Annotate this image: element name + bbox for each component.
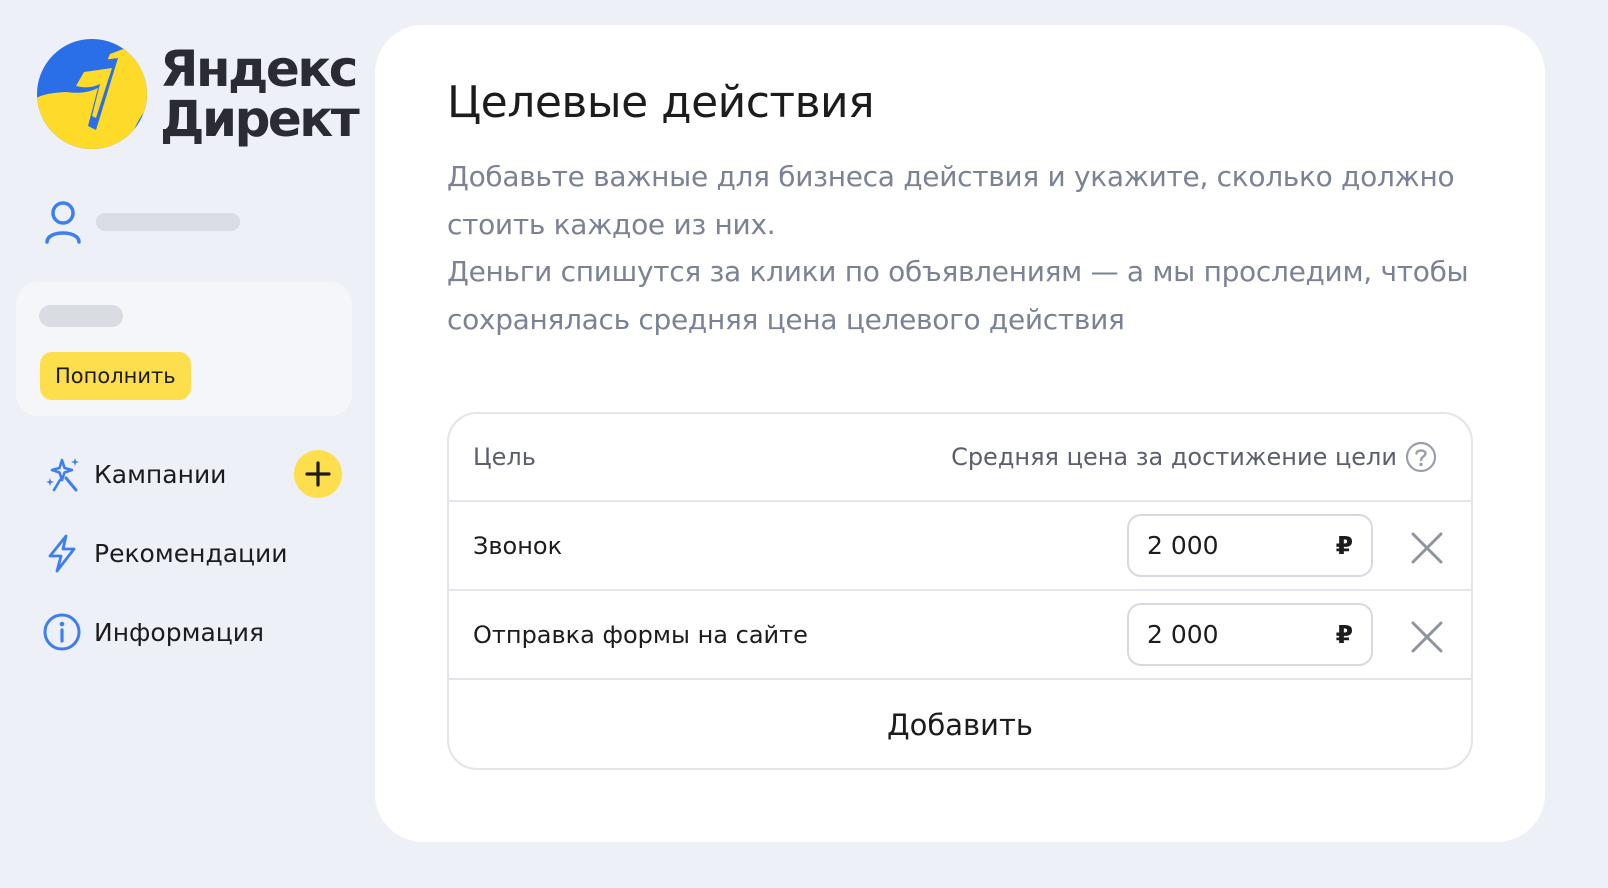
remove-goal-button[interactable] — [1407, 617, 1447, 657]
logo-line-2: Директ — [160, 90, 360, 148]
goal-name: Звонок — [473, 531, 563, 560]
goals-panel: Целевые действия Добавьте важные для биз… — [375, 25, 1545, 842]
lightning-icon — [48, 534, 76, 573]
description-line-2: Деньги спишутся за клики по объявлениям … — [447, 255, 1469, 336]
topup-button[interactable]: Пополнить — [40, 352, 191, 400]
sidebar-item-label: Рекомендации — [94, 538, 288, 568]
price-field[interactable]: ₽ — [1127, 603, 1373, 666]
yandex-direct-logo[interactable]: Яндекс Директ — [36, 38, 360, 150]
close-icon — [1411, 621, 1443, 653]
price-field[interactable]: ₽ — [1127, 514, 1373, 577]
sidebar-item-recommendations[interactable]: Рекомендации — [42, 527, 342, 579]
remove-goal-button[interactable] — [1407, 528, 1447, 568]
sidebar-item-label: Информация — [94, 617, 265, 647]
direct-logo-icon — [37, 39, 147, 149]
sidebar: Яндекс Директ Пополнить Кампании Рекомен… — [0, 0, 375, 888]
close-icon — [1411, 532, 1443, 564]
table-header: Цель Средняя цена за достижение цели — [449, 414, 1471, 502]
balance-placeholder — [39, 305, 123, 327]
currency-symbol: ₽ — [1335, 531, 1353, 560]
sidebar-item-campaigns[interactable]: Кампании — [42, 448, 342, 500]
info-icon — [43, 613, 81, 651]
question-circle-icon[interactable] — [1405, 441, 1437, 473]
page-title: Целевые действия — [447, 77, 875, 128]
goals-table: Цель Средняя цена за достижение цели Зво… — [447, 412, 1473, 770]
sidebar-item-label: Кампании — [94, 459, 227, 489]
sparkles-icon — [46, 458, 79, 492]
user-icon — [45, 201, 81, 244]
add-goal-button[interactable]: Добавить — [867, 695, 1053, 755]
add-campaign-button[interactable] — [294, 450, 342, 498]
table-row: Отправка формы на сайте ₽ — [449, 591, 1471, 680]
table-row: Звонок ₽ — [449, 502, 1471, 591]
price-input[interactable] — [1147, 620, 1336, 649]
goal-column-header: Цель — [473, 443, 536, 471]
price-column-header: Средняя цена за достижение цели — [951, 441, 1437, 473]
currency-symbol: ₽ — [1335, 620, 1353, 649]
sidebar-item-information[interactable]: Информация — [42, 606, 342, 658]
logo-line-1: Яндекс — [160, 40, 358, 98]
description-line-1: Добавьте важные для бизнеса действия и у… — [447, 160, 1455, 241]
sidebar-nav: Кампании Рекомендации Информация — [42, 448, 342, 685]
plus-icon — [305, 461, 331, 487]
page-description: Добавьте важные для бизнеса действия и у… — [447, 153, 1487, 343]
price-input[interactable] — [1147, 531, 1336, 560]
user-account[interactable] — [44, 200, 240, 244]
price-column-header-label: Средняя цена за достижение цели — [951, 443, 1397, 471]
user-name-placeholder — [96, 213, 240, 231]
logo-wordmark: Яндекс Директ — [160, 40, 360, 148]
goal-name: Отправка формы на сайте — [473, 620, 808, 649]
balance-card: Пополнить — [16, 282, 352, 416]
add-goal-row: Добавить — [449, 680, 1471, 768]
